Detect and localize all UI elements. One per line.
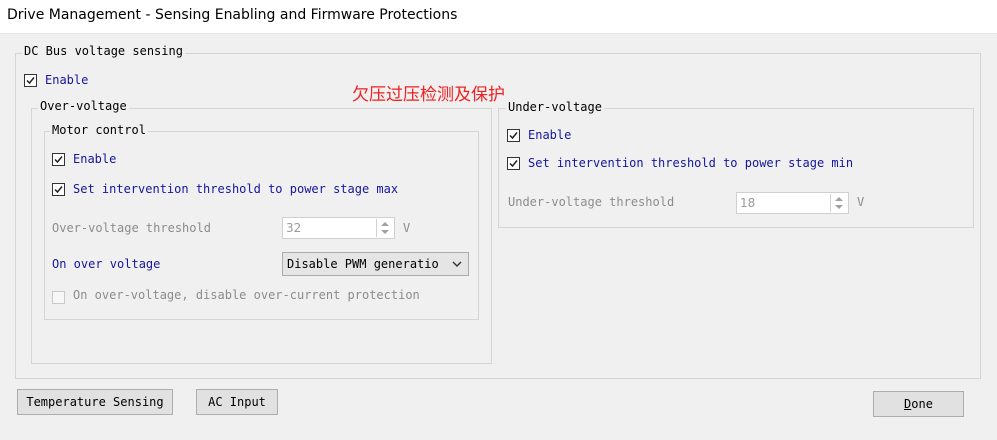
over-voltage-unit: V	[403, 221, 411, 235]
over-voltage-threshold-value[interactable]: 32	[286, 221, 301, 235]
disable-ocp-checkbox[interactable]	[52, 291, 65, 304]
under-voltage-enable-label[interactable]: Enable	[528, 128, 571, 142]
dc-bus-legend: DC Bus voltage sensing	[22, 44, 185, 58]
over-voltage-threshold-spinner[interactable]: 32	[282, 217, 395, 239]
temperature-sensing-button[interactable]: Temperature Sensing	[17, 389, 173, 415]
set-threshold-max-checkbox[interactable]	[52, 183, 65, 196]
done-label: one	[911, 397, 933, 411]
done-button[interactable]: Done	[873, 391, 964, 417]
chevron-down-icon[interactable]	[451, 258, 463, 270]
motor-enable-checkbox[interactable]	[52, 153, 65, 166]
on-over-voltage-select[interactable]: Disable PWM generatio	[282, 252, 469, 276]
under-voltage-threshold-spinner[interactable]: 18	[736, 192, 849, 214]
disable-ocp-label[interactable]: On over-voltage, disable over-current pr…	[73, 288, 420, 302]
spin-down-icon[interactable]	[835, 205, 843, 209]
over-voltage-legend: Over-voltage	[38, 99, 129, 113]
set-threshold-max-label[interactable]: Set intervention threshold to power stag…	[73, 182, 398, 196]
motor-enable-label[interactable]: Enable	[73, 152, 116, 166]
spin-up-icon[interactable]	[835, 197, 843, 201]
on-over-voltage-label: On over voltage	[52, 257, 161, 271]
ac-input-button[interactable]: AC Input	[196, 389, 278, 415]
motor-control-legend: Motor control	[50, 123, 148, 137]
under-voltage-unit: V	[857, 195, 865, 209]
under-voltage-threshold-value[interactable]: 18	[740, 196, 755, 210]
checkmark-icon	[54, 186, 63, 194]
spin-up-icon[interactable]	[381, 222, 389, 226]
checkmark-icon	[26, 77, 35, 85]
under-voltage-legend: Under-voltage	[506, 100, 604, 114]
spin-down-icon[interactable]	[381, 230, 389, 234]
window-title: Drive Management - Sensing Enabling and …	[7, 7, 458, 23]
dc-bus-enable-label[interactable]: Enable	[45, 73, 88, 87]
under-voltage-enable-checkbox[interactable]	[507, 129, 520, 142]
on-over-voltage-value[interactable]: Disable PWM generatio	[287, 257, 445, 271]
set-threshold-min-label[interactable]: Set intervention threshold to power stag…	[528, 156, 853, 170]
spinner-arrows[interactable]	[830, 194, 847, 212]
spinner-arrows[interactable]	[376, 219, 393, 237]
checkmark-icon	[54, 156, 63, 164]
under-voltage-threshold-label: Under-voltage threshold	[508, 195, 675, 209]
over-voltage-threshold-label: Over-voltage threshold	[52, 221, 211, 235]
checkmark-icon	[509, 132, 518, 140]
dc-bus-enable-checkbox[interactable]	[24, 74, 37, 87]
title-bar: Drive Management - Sensing Enabling and …	[0, 0, 997, 34]
annotation-text: 欠压过压检测及保护	[352, 85, 505, 105]
set-threshold-min-checkbox[interactable]	[507, 157, 520, 170]
checkmark-icon	[509, 160, 518, 168]
